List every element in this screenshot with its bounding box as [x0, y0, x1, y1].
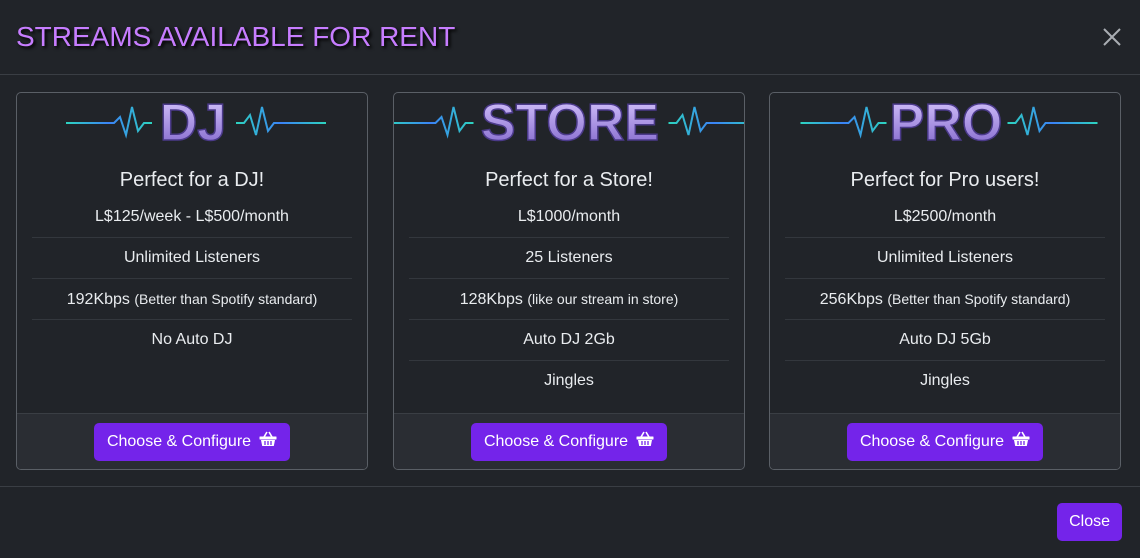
feature-main: Unlimited Listeners: [123, 249, 261, 266]
close-icon[interactable]: [1100, 25, 1124, 49]
plan-card: PRO Perfect for Pro users! L$2500/month Un…: [769, 92, 1121, 470]
feature-item: L$125/week - L$500/month: [32, 197, 352, 238]
plan-heading: Perfect for a DJ!: [119, 169, 265, 191]
feature-main: Auto DJ 5Gb: [899, 331, 991, 348]
modal-body: DJ Perfect for a DJ! L$125/week - L$500/m…: [0, 75, 1140, 487]
wave-left-icon: [800, 106, 887, 139]
rent-streams-modal: STREAMS AVAILABLE FOR RENT DJ Perfect fo…: [0, 0, 1140, 558]
feature-main: 25 Listeners: [525, 249, 613, 266]
modal-footer: Close: [0, 487, 1140, 557]
feature-item: Unlimited Listeners: [785, 238, 1105, 279]
choose-configure-label: Choose & Configure: [859, 432, 1005, 450]
feature-item: 128Kbps (like our stream in store): [409, 279, 729, 320]
feature-item: L$1000/month: [409, 197, 729, 238]
card-footer: Choose & Configure: [394, 413, 744, 469]
plan-logo: PRO: [770, 93, 1120, 153]
wave-left-icon: [66, 106, 152, 139]
svg-text:STORE: STORE: [481, 94, 659, 152]
feature-item: Jingles: [785, 361, 1105, 401]
card-footer: Choose & Configure: [770, 413, 1120, 469]
feature-main: 192Kbps: [66, 291, 130, 308]
feature-main: Jingles: [920, 372, 970, 389]
close-button[interactable]: Close: [1057, 503, 1122, 541]
choose-configure-label: Choose & Configure: [106, 432, 252, 450]
modal-header: STREAMS AVAILABLE FOR RENT: [0, 0, 1140, 75]
feature-main: Unlimited Listeners: [876, 249, 1014, 266]
feature-item: 256Kbps (Better than Spotify standard): [785, 279, 1105, 320]
choose-configure-label: Choose & Configure: [483, 432, 629, 450]
plan-logo: DJ: [17, 93, 367, 153]
feature-item: Auto DJ 2Gb: [409, 320, 729, 361]
feature-main: L$1000/month: [517, 208, 621, 225]
wave-right-icon: [1007, 106, 1098, 136]
basket-icon: [636, 431, 654, 452]
plan-logo: STORE: [394, 93, 744, 153]
feature-item: Auto DJ 5Gb: [785, 320, 1105, 361]
plan-heading: Perfect for a Store!: [485, 169, 653, 191]
feature-list: L$125/week - L$500/month Unlimited Listen…: [17, 197, 367, 360]
card-footer: Choose & Configure: [17, 413, 367, 469]
feature-main: Jingles: [544, 372, 594, 389]
feature-note: (Better than Spotify standard): [134, 291, 318, 307]
feature-main: Auto DJ 2Gb: [523, 331, 615, 348]
choose-configure-button[interactable]: Choose & Configure: [470, 422, 668, 461]
plan-heading: Perfect for Pro users!: [850, 169, 1040, 191]
basket-icon: [1012, 431, 1030, 452]
feature-main: L$2500/month: [893, 208, 997, 225]
feature-main: No Auto DJ: [151, 331, 233, 348]
svg-text:DJ: DJ: [160, 94, 226, 152]
feature-main: L$125/week - L$500/month: [95, 208, 289, 225]
feature-item: Unlimited Listeners: [32, 238, 352, 279]
feature-main: 256Kbps: [819, 291, 883, 308]
feature-note: (like our stream in store): [527, 291, 679, 307]
feature-list: L$2500/month Unlimited Listeners 256Kbps (…: [770, 197, 1120, 401]
choose-configure-button[interactable]: Choose & Configure: [93, 422, 291, 461]
wave-right-icon: [236, 106, 326, 136]
wave-right-icon: [668, 106, 744, 136]
basket-icon: [259, 431, 277, 452]
feature-item: 25 Listeners: [409, 238, 729, 279]
wave-left-icon: [394, 106, 474, 139]
plan-card: DJ Perfect for a DJ! L$125/week - L$500/m…: [16, 92, 368, 470]
feature-item: 192Kbps (Better than Spotify standard): [32, 279, 352, 320]
feature-item: No Auto DJ: [32, 320, 352, 360]
feature-item: Jingles: [409, 361, 729, 401]
plan-card: STORE Perfect for a Store! L$1000/month 25…: [393, 92, 745, 470]
feature-list: L$1000/month 25 Listeners 128Kbps (like ou…: [394, 197, 744, 401]
choose-configure-button[interactable]: Choose & Configure: [846, 422, 1044, 461]
feature-item: L$2500/month: [785, 197, 1105, 238]
svg-text:PRO: PRO: [890, 94, 1003, 152]
feature-note: (Better than Spotify standard): [887, 291, 1071, 307]
modal-title: STREAMS AVAILABLE FOR RENT: [16, 21, 456, 52]
feature-main: 128Kbps: [459, 291, 523, 308]
